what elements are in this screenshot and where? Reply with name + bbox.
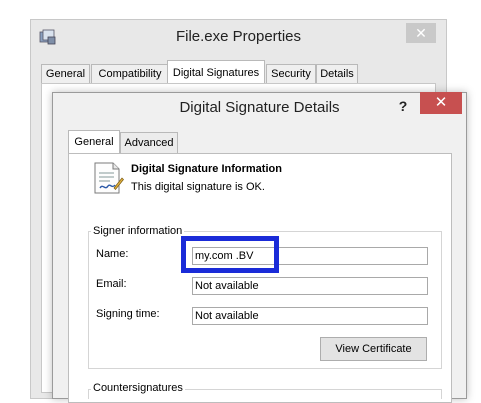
- properties-title: File.exe Properties: [175, 28, 302, 45]
- tab-digital-signatures[interactable]: Digital Signatures: [167, 60, 265, 84]
- name-highlight-box: [181, 236, 279, 273]
- signing-time-label: Signing time:: [96, 308, 160, 320]
- signature-info-heading: Digital Signature Information: [131, 163, 282, 175]
- email-field[interactable]: Not available: [192, 277, 428, 295]
- dialog-close-button[interactable]: ✕: [420, 92, 462, 114]
- properties-close-button[interactable]: ✕: [406, 23, 436, 43]
- tab-security[interactable]: Security: [266, 64, 316, 83]
- help-button[interactable]: ?: [393, 95, 413, 117]
- countersignatures-label: Countersignatures: [91, 382, 185, 394]
- signature-status-text: This digital signature is OK.: [131, 181, 265, 193]
- tab-advanced[interactable]: Advanced: [120, 132, 178, 153]
- signing-time-field[interactable]: Not available: [192, 307, 428, 325]
- tab-general[interactable]: General: [41, 64, 90, 83]
- name-label: Name:: [96, 248, 129, 260]
- tab-compatibility[interactable]: Compatibility: [91, 64, 169, 83]
- tab-details[interactable]: Details: [316, 64, 358, 83]
- tab-general[interactable]: General: [68, 130, 120, 155]
- signer-information-label: Signer information: [91, 225, 185, 237]
- email-label: Email:: [96, 278, 127, 290]
- view-certificate-button[interactable]: View Certificate: [320, 337, 427, 361]
- certificate-icon: [94, 162, 124, 194]
